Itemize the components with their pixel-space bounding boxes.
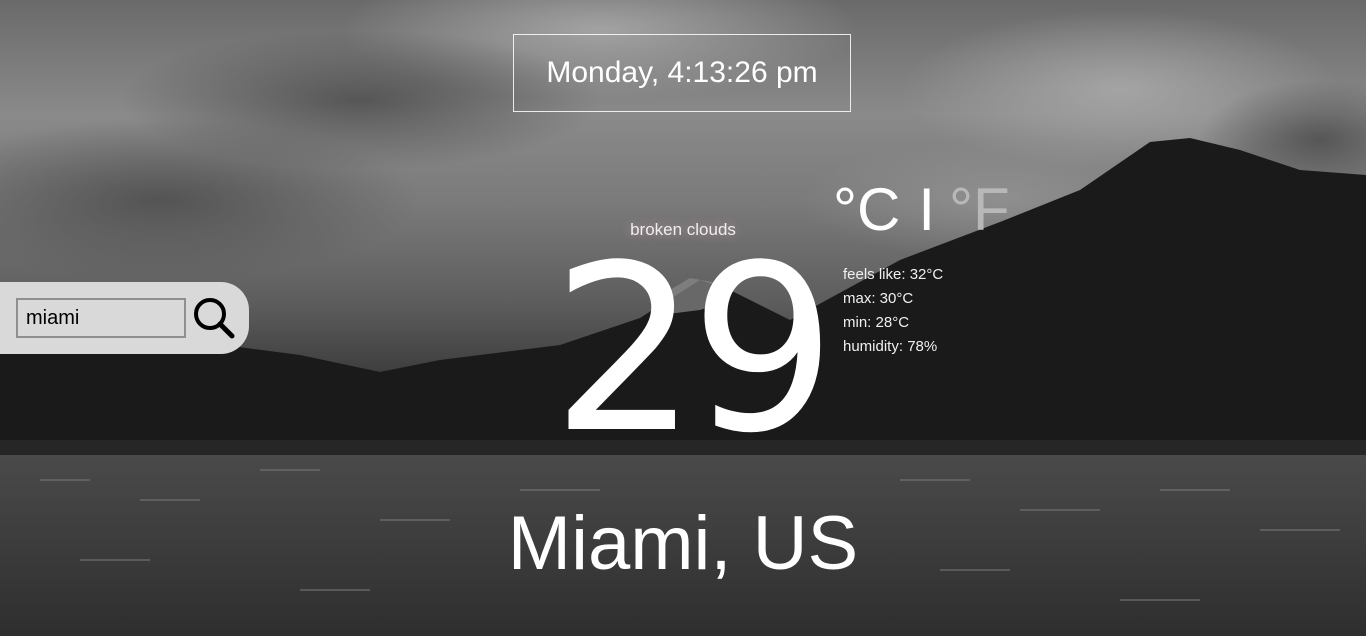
- search-icon: [194, 298, 235, 339]
- weather-app: Monday, 4:13:26 pm broken clouds 29 °C I…: [0, 0, 1366, 636]
- max-temp-text: max: 30°C: [843, 290, 914, 307]
- clock-display: Monday, 4:13:26 pm: [513, 34, 851, 112]
- fahrenheit-button[interactable]: °F: [949, 180, 1010, 240]
- weather-details: feels like: 32°C max: 30°C min: 28°C hum…: [843, 263, 943, 359]
- min-temp-text: min: 28°C: [843, 314, 910, 331]
- celsius-button[interactable]: °C: [833, 180, 900, 240]
- unit-separator: I: [918, 176, 935, 243]
- search-button[interactable]: [192, 296, 236, 340]
- humidity-text: humidity: 78%: [843, 338, 938, 355]
- clock-text: Monday, 4:13:26 pm: [546, 56, 818, 89]
- temperature-value: 29: [551, 217, 837, 484]
- search-panel: [0, 282, 249, 354]
- unit-toggle: °C I °F: [833, 180, 1010, 240]
- location-name: Miami, US: [507, 501, 859, 586]
- feels-like-text: feels like: 32°C: [843, 266, 944, 283]
- search-input[interactable]: [16, 298, 186, 338]
